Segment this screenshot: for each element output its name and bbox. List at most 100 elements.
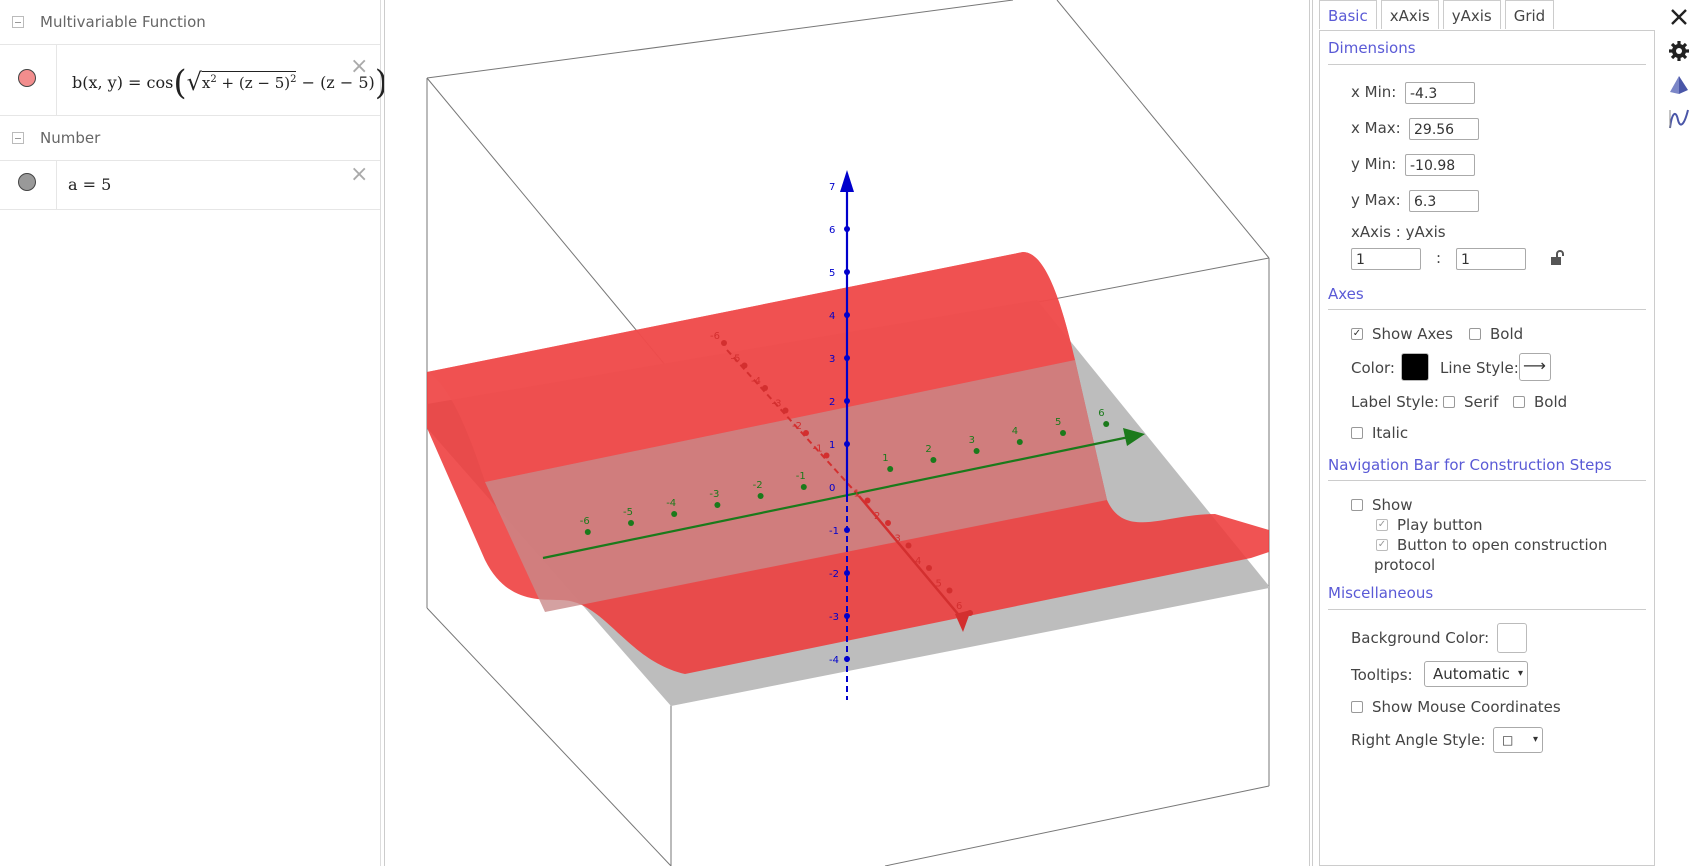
xmax-input[interactable]: 29.56	[1409, 118, 1479, 140]
divider	[1328, 609, 1646, 610]
ymin-label: y Min:	[1351, 155, 1397, 173]
navbar-show-label: Show	[1372, 496, 1413, 514]
x-tick	[823, 452, 830, 459]
delete-icon[interactable]: ×	[350, 56, 368, 78]
z-tick-label: 6	[829, 225, 835, 236]
unlock-icon[interactable]	[1548, 249, 1566, 267]
settings-body: Dimensions x Min: -4.3 x Max: 29.56 y Mi…	[1319, 30, 1655, 866]
x-tick-label: 1	[854, 489, 860, 500]
section-navbar-title: Navigation Bar for Construction Steps	[1328, 456, 1612, 474]
category-header-function[interactable]: Multivariable Function	[0, 0, 380, 45]
y-tick-label: -1	[796, 471, 806, 482]
graphics-3d-icon[interactable]	[1668, 74, 1690, 96]
x-tick-label: -5	[731, 354, 741, 365]
label-bold-checkbox[interactable]	[1513, 396, 1525, 408]
paren-open: (	[173, 63, 187, 103]
y-tick-label: -4	[666, 498, 676, 509]
show-axes-checkbox[interactable]: ✓	[1351, 328, 1363, 340]
marble-column	[0, 161, 57, 209]
bold-axes-checkbox[interactable]	[1469, 328, 1481, 340]
z-tick	[844, 441, 850, 447]
x-tick	[885, 520, 891, 526]
y-tick	[757, 493, 764, 499]
italic-label: Italic	[1372, 424, 1409, 442]
formula-number[interactable]: a = 5	[68, 175, 111, 194]
tab-xaxis[interactable]: xAxis	[1380, 0, 1439, 29]
bg-color-swatch[interactable]	[1497, 623, 1527, 653]
gear-icon[interactable]	[1668, 40, 1690, 62]
serif-label: Serif	[1464, 393, 1499, 411]
category-title: Number	[40, 129, 101, 147]
z-tick	[844, 226, 850, 232]
delete-icon[interactable]: ×	[350, 164, 368, 186]
ratio-x-input[interactable]: 1	[1351, 248, 1421, 270]
line-style-dropdown[interactable]: ⟶	[1519, 353, 1551, 381]
z-tick-label: -4	[829, 655, 839, 666]
x-tick	[926, 565, 932, 571]
x-tick-label: 3	[895, 534, 901, 545]
y-tick-label: 3	[969, 435, 975, 446]
close-icon[interactable]	[1668, 6, 1690, 28]
play-button-label: Play button	[1397, 516, 1483, 534]
graphics-canvas[interactable]: -6 -5 -4 -3 -2 -1 1 2 3 4 5 6 -6 -5 -4 -3 -2 -1 1 2 3 4 5 6 7 6 5 4…	[385, 0, 1309, 866]
x-tick	[946, 587, 953, 594]
x-tick-label: 2	[874, 511, 880, 522]
y-tick	[887, 466, 894, 472]
serif-checkbox[interactable]	[1443, 396, 1455, 408]
tooltips-label: Tooltips:	[1351, 666, 1413, 684]
axes-color-swatch[interactable]	[1401, 353, 1429, 381]
mouse-coords-label: Show Mouse Coordinates	[1372, 698, 1561, 716]
italic-checkbox[interactable]	[1351, 427, 1363, 439]
collapse-icon[interactable]	[12, 16, 24, 28]
navbar-show-checkbox[interactable]	[1351, 499, 1363, 511]
xmin-input[interactable]: -4.3	[1405, 82, 1475, 104]
algebra-view: Multivariable Function b(x, y) = cos(√x2…	[0, 0, 388, 866]
axes-color-label: Color:	[1351, 359, 1395, 377]
category-header-number[interactable]: Number	[0, 116, 380, 161]
sqrt-sign: √	[186, 68, 202, 96]
y-tick-label: 1	[882, 453, 888, 464]
side-toolbar	[1660, 0, 1695, 866]
divider	[1328, 480, 1646, 481]
algebra-item-number[interactable]: a = 5 ×	[0, 161, 380, 210]
bg-color-label: Background Color:	[1351, 629, 1490, 647]
z-tick-label: -1	[829, 526, 839, 537]
x-tick-label: 5	[936, 579, 942, 590]
y-tick-label: 4	[1012, 426, 1018, 437]
label-bold-label: Bold	[1534, 393, 1568, 411]
graphics-icon[interactable]	[1668, 108, 1690, 130]
y-tick	[973, 448, 980, 454]
x-tick-label: -4	[751, 376, 761, 387]
ratio-y-input[interactable]: 1	[1456, 248, 1526, 270]
right-angle-dropdown[interactable]: □ ▾	[1493, 727, 1543, 753]
tooltips-dropdown[interactable]: Automatic ▾	[1424, 661, 1528, 687]
z-tick	[844, 183, 850, 189]
z-tick	[844, 269, 850, 275]
x-tick	[721, 340, 727, 346]
marble-column	[0, 45, 57, 115]
xmin-label: x Min:	[1351, 83, 1397, 101]
z-tick	[844, 527, 850, 533]
visibility-marble[interactable]	[18, 173, 36, 191]
z-tick	[844, 355, 850, 361]
open-protocol-checkbox[interactable]: ✓	[1376, 539, 1388, 551]
formula-function[interactable]: b(x, y) = cos(√x2 + (z − 5)2 − (z − 5))	[72, 63, 388, 103]
z-tick	[844, 398, 850, 404]
ymin-input[interactable]: -10.98	[1405, 154, 1475, 176]
visibility-marble[interactable]	[18, 69, 36, 87]
tab-yaxis[interactable]: yAxis	[1442, 0, 1501, 29]
play-button-checkbox[interactable]: ✓	[1376, 519, 1388, 531]
algebra-item-function[interactable]: b(x, y) = cos(√x2 + (z − 5)2 − (z − 5)) …	[0, 45, 388, 116]
x-tick	[741, 362, 748, 369]
section-misc-title: Miscellaneous	[1328, 584, 1434, 602]
tab-basic[interactable]: Basic	[1319, 0, 1377, 29]
tab-grid[interactable]: Grid	[1504, 0, 1555, 29]
graphics-3d-view[interactable]: -6 -5 -4 -3 -2 -1 1 2 3 4 5 6 -6 -5 -4 -3 -2 -1 1 2 3 4 5 6 7 6 5 4…	[384, 0, 1310, 866]
y-tick	[671, 511, 678, 517]
ymax-input[interactable]: 6.3	[1409, 190, 1479, 212]
radicand: x2 + (z − 5)2	[201, 71, 297, 92]
y-tick	[628, 520, 634, 526]
mouse-coords-checkbox[interactable]	[1351, 701, 1363, 713]
y-tick-label: -6	[580, 516, 590, 527]
collapse-icon[interactable]	[12, 132, 24, 144]
